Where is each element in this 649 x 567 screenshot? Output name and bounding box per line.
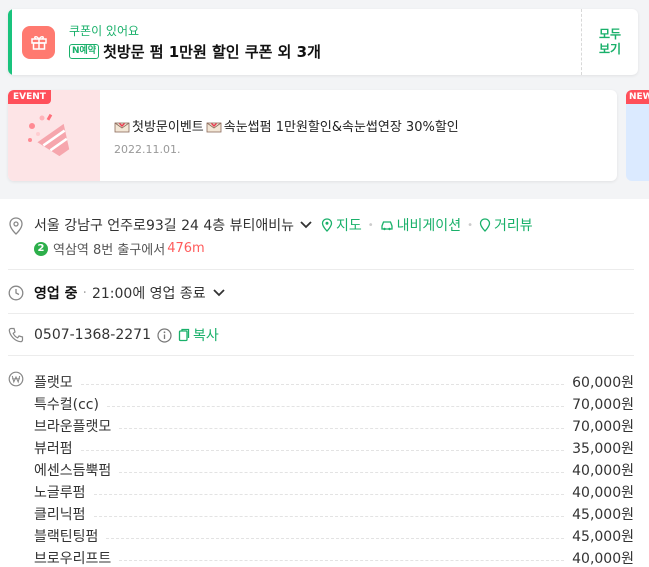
street-view-pin-icon [479, 218, 491, 232]
subway-line-badge: 2 [34, 241, 48, 256]
phone-icon [8, 327, 24, 343]
see-all-line1: 모두 [598, 27, 622, 41]
subway-text: 역삼역 8번 출구에서 [53, 243, 166, 258]
phone-row: 0507-1368-2271 복사 [8, 325, 634, 345]
next-event-badge: NEW [626, 90, 649, 104]
divider [8, 269, 634, 270]
address-text[interactable]: 서울 강남구 언주로93길 24 4층 뷰티애비뉴 [34, 215, 294, 235]
hours-row[interactable]: 영업 중 · 21:00에 영업 종료 [8, 283, 634, 303]
price-item-value: 40,000원 [572, 551, 634, 567]
envelope-heart-icon [206, 122, 222, 132]
price-item-value: 35,000원 [572, 441, 634, 457]
copy-label: 복사 [193, 328, 219, 344]
coupon-title: 첫방문 펌 1만원 할인 쿠폰 외 3개 [103, 43, 321, 61]
clock-icon [8, 285, 24, 301]
price-row: 클리닉펌 45,000원 [8, 503, 634, 525]
price-leader-dots [106, 405, 565, 407]
event-title-part1: 첫방문이벤트 [132, 120, 204, 135]
price-item-name: 뷰러펌 [34, 441, 73, 457]
price-leader-dots [80, 383, 565, 385]
price-row: 플랫모 60,000원 [8, 371, 634, 393]
event-date: 2022.11.01. [114, 143, 181, 156]
navigation-link[interactable]: 내비게이션 [380, 215, 461, 235]
see-all-line2: 보기 [598, 42, 622, 56]
price-item-value: 40,000원 [572, 485, 634, 501]
separator-dot: · [82, 285, 87, 301]
next-event-card[interactable]: NEW [626, 90, 649, 181]
subway-directions: 2 역삼역 8번 출구에서 476m [34, 239, 634, 258]
copy-icon [178, 328, 190, 342]
event-card[interactable]: EVENT 첫방문이벤트 속눈썹펌 1만원할인&속눈썹연장 30%할인 2022… [8, 90, 617, 181]
map-link[interactable]: 지도 [321, 215, 362, 235]
car-icon [381, 221, 393, 231]
coupon-body[interactable]: 쿠폰이 있어요 N예약 첫방문 펌 1만원 할인 쿠폰 외 3개 [12, 9, 581, 75]
copy-button[interactable]: 복사 [178, 325, 219, 345]
party-popper-icon [28, 113, 70, 157]
coupon-subtitle: 쿠폰이 있어요 [69, 24, 140, 38]
street-view-label: 거리뷰 [493, 218, 533, 234]
location-pin-icon [9, 217, 23, 235]
event-thumbnail: EVENT [8, 90, 100, 181]
place-info-section: 서울 강남구 언주로93길 24 4층 뷰티애비뉴 지도 • 내비게이션 • 거… [0, 199, 649, 567]
info-icon[interactable] [157, 327, 172, 343]
business-hours-detail: 21:00에 영업 종료 [91, 286, 206, 302]
navigation-label: 내비게이션 [396, 218, 462, 234]
business-status: 영업 중 [34, 286, 78, 302]
price-row: 특수컬(cc) 70,000원 [8, 393, 634, 415]
price-row: 브로우리프트 40,000원 [8, 547, 634, 567]
price-leader-dots [93, 493, 565, 495]
price-item-value: 60,000원 [572, 375, 634, 391]
price-leader-dots [93, 515, 565, 517]
price-item-value: 45,000원 [572, 529, 634, 545]
price-item-value: 70,000원 [572, 397, 634, 413]
map-label: 지도 [336, 218, 362, 234]
price-leader-dots [119, 427, 565, 429]
price-list: 플랫모 60,000원 특수컬(cc) 70,000원 브라운플랫모 70,000원 뷰러펌… [8, 371, 634, 567]
price-row: 뷰러펌 35,000원 [8, 437, 634, 459]
subway-distance: 476m [167, 241, 205, 256]
price-item-value: 45,000원 [572, 507, 634, 523]
price-item-name: 플랫모 [34, 375, 73, 391]
price-row: 블랙틴팅펌 45,000원 [8, 525, 634, 547]
map-pin-icon [321, 218, 333, 232]
price-row: 에센스듬뿍펌 40,000원 [8, 459, 634, 481]
price-item-value: 40,000원 [572, 463, 634, 479]
price-item-value: 70,000원 [572, 419, 634, 435]
chevron-down-icon[interactable] [212, 288, 226, 298]
separator-dot: • [367, 219, 374, 231]
envelope-heart-icon [114, 122, 130, 132]
price-item-name: 에센스듬뿍펌 [34, 463, 112, 479]
street-view-link[interactable]: 거리뷰 [479, 215, 533, 235]
divider [8, 355, 634, 356]
divider [8, 313, 634, 314]
price-row: 브라운플랫모 70,000원 [8, 415, 634, 437]
price-item-name: 브로우리프트 [34, 551, 112, 567]
price-item-name: 노글루펌 [34, 485, 86, 501]
price-item-name: 클리닉펌 [34, 507, 86, 523]
price-item-name: 특수컬(cc) [34, 397, 99, 413]
coupon-see-all-button[interactable]: 모두 보기 [581, 9, 638, 75]
naver-booking-badge: N예약 [69, 44, 100, 59]
event-title: 첫방문이벤트 속눈썹펌 1만원할인&속눈썹연장 30%할인 [114, 116, 459, 135]
coupon-banner[interactable]: 쿠폰이 있어요 N예약 첫방문 펌 1만원 할인 쿠폰 외 3개 모두 보기 [8, 9, 638, 75]
price-item-name: 블랙틴팅펌 [34, 529, 99, 545]
price-row: 노글루펌 40,000원 [8, 481, 634, 503]
price-item-name: 브라운플랫모 [34, 419, 112, 435]
price-leader-dots [80, 449, 565, 451]
price-leader-dots [119, 559, 565, 561]
chevron-down-icon[interactable] [299, 220, 313, 230]
price-leader-dots [106, 537, 565, 539]
address-row: 서울 강남구 언주로93길 24 4층 뷰티애비뉴 지도 • 내비게이션 • 거… [8, 215, 634, 258]
separator-dot: • [467, 219, 473, 231]
event-title-part2: 속눈썹펌 1만원할인&속눈썹연장 30%할인 [223, 120, 459, 135]
phone-number[interactable]: 0507-1368-2271 [34, 327, 151, 343]
gift-icon [22, 25, 55, 59]
price-leader-dots [119, 471, 565, 473]
